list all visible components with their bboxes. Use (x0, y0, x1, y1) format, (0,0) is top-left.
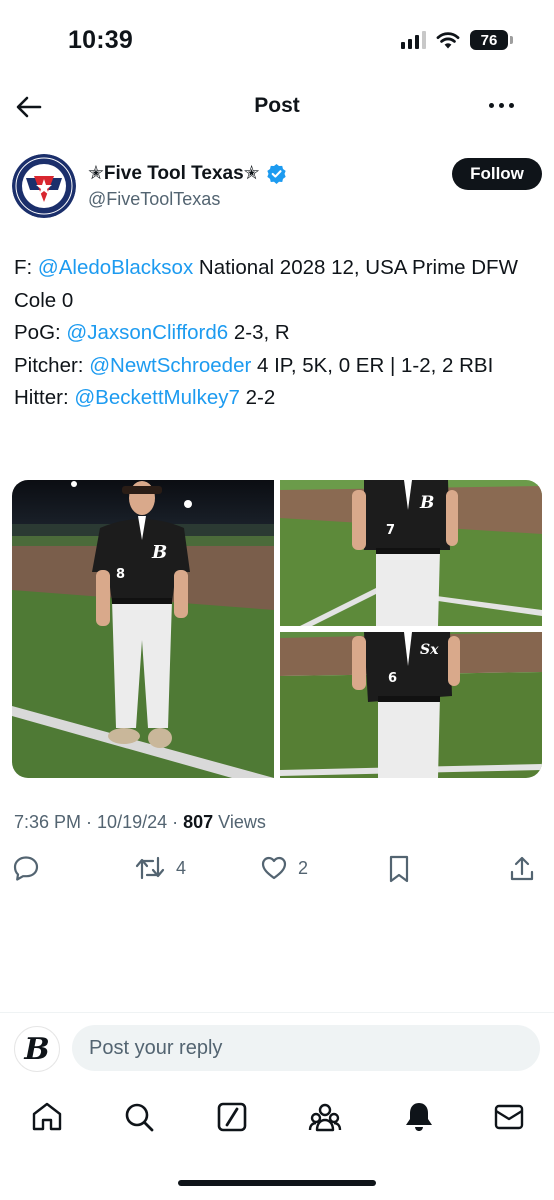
reply-divider (0, 1012, 554, 1013)
home-indicator (178, 1180, 376, 1186)
status-time: 10:39 (68, 26, 133, 54)
post-photo-1[interactable]: 8 B (12, 480, 274, 778)
communities-icon[interactable] (308, 1100, 342, 1134)
user-avatar[interactable]: B (14, 1026, 60, 1072)
repost-button[interactable]: 4 (134, 854, 186, 882)
wifi-icon (436, 32, 460, 49)
author-name[interactable]: ✭Five Tool Texas✭ (88, 162, 287, 185)
author-display-name: ✭Five Tool Texas✭ (88, 163, 260, 184)
views-label: Views (213, 812, 266, 832)
post-date: 10/19/24 (97, 812, 168, 832)
bookmark-button[interactable] (385, 854, 413, 884)
page-title: Post (254, 94, 300, 117)
grok-icon[interactable] (215, 1100, 249, 1134)
post-time: 7:36 PM (14, 812, 82, 832)
post-header: Post (0, 84, 554, 130)
post-line: PoG: @JaxsonClifford6 2-3, R (14, 321, 290, 344)
jersey-number-text: 7 (386, 523, 395, 538)
post-line: Pitcher: @NewtSchroeder 4 IP, 5K, 0 ER |… (14, 353, 494, 377)
mention-link[interactable]: @BeckettMulkey7 (74, 386, 240, 409)
heart-icon (261, 856, 287, 880)
like-button[interactable]: 2 (260, 854, 308, 882)
jersey-number-text: 8 (116, 567, 125, 582)
post-photo-2[interactable]: 7 B (280, 480, 542, 626)
jersey-number-text: 6 (388, 671, 397, 686)
post-line: F: @AledoBlacksox National 2028 12, USA … (14, 256, 518, 312)
post-media-grid: 8 B 7 B 6 Sx (12, 480, 542, 778)
reply-input[interactable]: Post your reply (72, 1025, 540, 1071)
notifications-bell-icon[interactable] (402, 1100, 436, 1134)
jersey-letter-text: Sx (420, 642, 439, 658)
mention-link[interactable]: @JaxsonClifford6 (66, 321, 228, 344)
author-avatar[interactable] (12, 154, 76, 218)
reply-icon (13, 856, 39, 881)
home-icon[interactable] (30, 1100, 64, 1134)
status-icons: 76 (401, 30, 513, 50)
five-tool-texas-logo (12, 154, 76, 218)
post-text: F: @AledoBlacksox National 2028 12, USA … (14, 252, 542, 415)
cellular-signal-icon (401, 31, 426, 49)
jersey-letter-text: B (151, 542, 167, 563)
repost-count: 4 (176, 857, 187, 878)
post-author: ✭Five Tool Texas✭ @FiveToolTexas Follow (12, 154, 542, 218)
more-options-icon[interactable] (489, 103, 514, 108)
mention-link[interactable]: @NewtSchroeder (89, 354, 251, 377)
reply-button[interactable] (12, 854, 40, 882)
like-count: 2 (298, 857, 309, 878)
post-photo-3[interactable]: 6 Sx (280, 632, 542, 778)
status-bar: 10:39 76 (0, 0, 554, 84)
author-handle[interactable]: @FiveToolTexas (88, 189, 220, 210)
repost-icon (135, 856, 165, 880)
messages-icon[interactable] (492, 1100, 526, 1134)
bookmark-icon (389, 855, 409, 883)
jersey-letter-text: B (419, 493, 434, 513)
search-icon[interactable] (122, 1100, 156, 1134)
post-timestamp: 7:36 PM · 10/19/24 · 807 Views (14, 812, 266, 832)
post-line: Hitter: @BeckettMulkey7 2-2 (14, 386, 276, 409)
follow-button[interactable]: Follow (452, 158, 542, 190)
share-button[interactable] (508, 854, 536, 884)
post-actions: 4 2 (12, 854, 540, 890)
mention-link[interactable]: @AledoBlacksox (38, 256, 193, 279)
share-icon (510, 856, 534, 881)
verified-badge-icon (266, 163, 286, 184)
bottom-tab-bar (0, 1096, 554, 1140)
battery-indicator: 76 (470, 30, 513, 50)
views-count[interactable]: 807 (183, 812, 213, 832)
